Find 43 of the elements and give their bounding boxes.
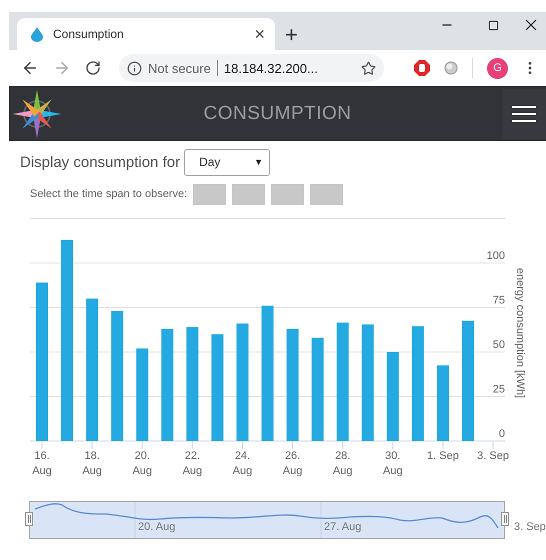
maximize-icon[interactable] [488,20,498,30]
profile-avatar[interactable]: G [487,58,508,78]
y-axis-title: energy consumption [kWh] [514,268,526,398]
y-tick-label: 100 [486,250,505,262]
range-handle[interactable] [25,512,33,526]
y-tick-label: 0 [498,428,505,440]
address-bar[interactable]: Not secure 18.184.32.200... [119,54,384,82]
x-tick-label: 1. Sep [426,449,460,464]
close-icon[interactable] [525,19,537,31]
x-tick-label: 24. Aug [232,449,254,479]
display-label: Display consumption for [20,154,180,170]
period-select[interactable]: Day ▼ [184,148,270,176]
close-tab-button[interactable]: × [254,25,265,43]
bookmark-star-icon[interactable] [361,60,376,76]
security-label: Not secure [148,60,211,76]
extension-icon[interactable] [444,61,458,75]
y-tick-label: 75 [492,294,505,306]
time-span-label: Select the time span to observe: [30,188,188,200]
x-tick-label: 16. Aug [31,449,53,479]
menu-button[interactable] [502,88,546,138]
navigator-date-label: 3. Sep [514,521,546,533]
y-tick-label: 50 [492,339,505,351]
new-tab-button[interactable]: + [285,24,298,46]
stop-sign-icon[interactable] [414,60,430,76]
droplet-icon [31,26,43,42]
x-tick-label: 20. Aug [131,449,154,479]
x-tick-label: 28. Aug [332,449,354,479]
x-tick-label: 3. Sep [476,449,510,464]
reload-button[interactable] [85,60,101,76]
tab-title: Consumption [53,27,125,41]
app-title: CONSUMPTION [202,102,352,124]
browser-tab[interactable]: Consumption × [17,18,275,50]
x-tick-label: 30. Aug [382,449,404,479]
y-tick-label: 25 [492,384,505,396]
url-text: 18.184.32.200... [224,60,318,76]
navigator-date-label: 27. Aug [324,521,362,533]
navigator-date-label: 20. Aug [138,521,176,533]
back-button[interactable] [21,59,39,77]
info-icon [127,60,142,76]
x-tick-label: 18. Aug [81,449,103,479]
range-handle[interactable] [501,512,509,526]
x-tick-label: 22. Aug [182,449,204,479]
x-tick-label: 26. Aug [282,449,304,479]
